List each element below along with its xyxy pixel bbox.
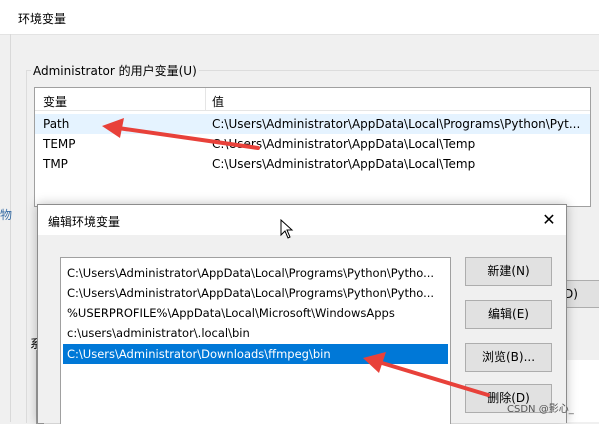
path-entry-row-selected[interactable]: C:\Users\Administrator\Downloads\ffmpeg\… xyxy=(63,344,448,364)
csdn-watermark: CSDN @影心_ xyxy=(507,404,574,415)
close-icon[interactable]: ✕ xyxy=(538,209,560,231)
user-var-value: C:\Users\Administrator\AppData\Local\Tem… xyxy=(212,157,476,171)
user-var-value: C:\Users\Administrator\AppData\Local\Tem… xyxy=(212,137,476,151)
path-entry-row[interactable]: %USERPROFILE%\AppData\Local\Microsoft\Wi… xyxy=(63,303,448,323)
window-frame-divider xyxy=(10,34,11,422)
edit-button[interactable]: 编辑(E) xyxy=(465,300,552,329)
dialog-titlebar[interactable]: 编辑环境变量 ✕ xyxy=(38,205,566,235)
background-window-text-fragment: 物 xyxy=(0,208,13,222)
edit-env-var-dialog: 编辑环境变量 ✕ C:\Users\Administrator\AppData\… xyxy=(37,204,567,424)
user-var-row-tmp[interactable]: TMP C:\Users\Administrator\AppData\Local… xyxy=(35,154,590,174)
path-entry-text: c:\users\administrator\.local\bin xyxy=(67,326,250,340)
path-entry-text: %USERPROFILE%\AppData\Local\Microsoft\Wi… xyxy=(67,306,395,320)
path-entry-text: C:\Users\Administrator\AppData\Local\Pro… xyxy=(67,266,435,280)
user-vars-list-header: 变量 值 xyxy=(35,88,590,111)
column-header-value[interactable]: 值 xyxy=(212,93,224,110)
user-var-row-path[interactable]: Path C:\Users\Administrator\AppData\Loca… xyxy=(35,114,590,134)
browse-button[interactable]: 浏览(B)... xyxy=(465,343,552,372)
column-header-name[interactable]: 变量 xyxy=(43,93,67,110)
path-entries-list[interactable]: C:\Users\Administrator\AppData\Local\Pro… xyxy=(60,257,451,424)
user-var-name: TEMP xyxy=(43,137,76,151)
new-button[interactable]: 新建(N) xyxy=(465,257,552,286)
path-entry-row[interactable]: C:\Users\Administrator\AppData\Local\Pro… xyxy=(63,263,448,283)
user-var-name: TMP xyxy=(43,157,68,171)
path-entry-text: C:\Users\Administrator\AppData\Local\Pro… xyxy=(67,286,435,300)
user-var-row-temp[interactable]: TEMP C:\Users\Administrator\AppData\Loca… xyxy=(35,134,590,154)
path-entry-row[interactable]: C:\Users\Administrator\AppData\Local\Pro… xyxy=(63,283,448,303)
path-entry-row[interactable]: c:\users\administrator\.local\bin xyxy=(63,323,448,343)
column-separator[interactable] xyxy=(205,88,206,110)
env-vars-titlebar: 环境变量 xyxy=(0,0,599,35)
dialog-title: 编辑环境变量 xyxy=(48,215,121,229)
user-vars-list[interactable]: 变量 值 Path C:\Users\Administrator\AppData… xyxy=(34,87,591,207)
env-vars-window-title: 环境变量 xyxy=(18,12,67,26)
user-var-value: C:\Users\Administrator\AppData\Local\Pro… xyxy=(212,117,581,131)
path-entry-text: C:\Users\Administrator\Downloads\ffmpeg\… xyxy=(67,347,331,361)
mouse-cursor-icon xyxy=(280,219,294,239)
user-vars-group-label: Administrator 的用户变量(U) xyxy=(31,62,199,79)
user-var-name: Path xyxy=(43,117,70,131)
